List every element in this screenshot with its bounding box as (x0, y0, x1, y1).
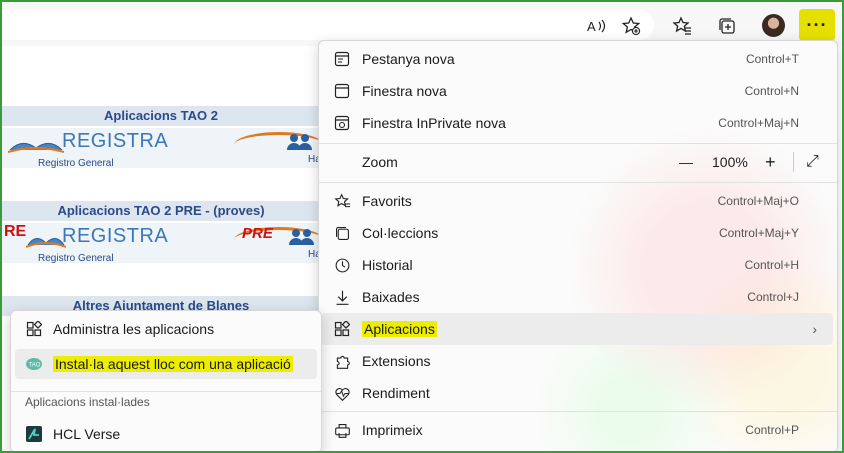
svg-text:TAO: TAO (29, 363, 41, 369)
fullscreen-icon[interactable]: ⤢ (806, 153, 819, 171)
menu-divider (319, 143, 837, 144)
users-icon (289, 229, 314, 245)
tao-app-icon: TAO (25, 355, 43, 373)
menu-item-label: Historial (362, 257, 413, 273)
apps-icon (333, 320, 351, 338)
pre-label: PRE (242, 225, 273, 242)
browser-menu: Pestanya nova Control+T Finestra nova Co… (318, 40, 838, 453)
submenu-item-hcl-verse[interactable]: HCL Verse (11, 419, 321, 449)
registra-book-icon (8, 143, 64, 153)
submenu-item-install-site[interactable]: TAO Instal·la aquest lloc com una aplica… (15, 349, 317, 379)
address-bar[interactable] (2, 10, 654, 40)
menu-item-label: Zoom (362, 154, 398, 170)
installed-apps-heading: Aplicacions instal·lades (25, 395, 150, 409)
collections-icon (333, 224, 351, 242)
submenu-item-label: HCL Verse (53, 426, 121, 442)
collections-icon[interactable] (714, 13, 740, 39)
menu-item-shortcut: Control+J (747, 290, 799, 304)
zoom-value: 100% (712, 154, 748, 170)
read-aloud-icon[interactable]: A (583, 13, 609, 39)
menu-item-shortcut: Control+H (744, 258, 799, 272)
menu-item-performance[interactable]: Rendiment (319, 377, 837, 409)
menu-item-shortcut: Control+N (744, 84, 799, 98)
menu-item-label: Baixades (362, 289, 420, 305)
menu-item-label: Extensions (362, 353, 431, 369)
hcl-verse-icon (25, 425, 43, 443)
menu-item-collections[interactable]: Col·leccions Control+Maj+Y (319, 217, 837, 249)
registra-logo[interactable]: REGISTRA (62, 225, 168, 248)
svg-text:A: A (587, 19, 596, 34)
inprivate-icon (333, 114, 351, 132)
menu-item-shortcut: Control+Maj+O (717, 194, 799, 208)
section-header: Aplicacions TAO 2 (2, 106, 320, 126)
menu-item-inprivate[interactable]: Finestra InPrivate nova Control+Maj+N (319, 107, 837, 139)
favorites-icon[interactable] (669, 13, 695, 39)
history-icon (333, 256, 351, 274)
manage-apps-icon (25, 320, 43, 338)
print-icon (333, 421, 351, 439)
zoom-in-button[interactable]: + (765, 152, 776, 173)
menu-item-apps[interactable]: Aplicacions › (321, 313, 833, 345)
zoom-out-button[interactable]: — (679, 154, 693, 170)
registra-logo[interactable]: REGISTRA (62, 130, 168, 153)
extensions-icon (333, 352, 351, 370)
users-icon (287, 134, 312, 150)
logo-row: RE REGISTRA Registro General PRE Ha (2, 223, 324, 264)
chevron-right-icon: › (812, 321, 817, 337)
logo-caption: Registro General (38, 158, 114, 169)
menu-item-label: Rendiment (362, 385, 430, 401)
add-favorite-icon[interactable] (618, 13, 644, 39)
new-tab-icon (333, 50, 351, 68)
zoom-divider (793, 152, 794, 172)
logo-row: REGISTRA Registro General Ha (2, 128, 324, 169)
menu-divider (319, 411, 837, 412)
menu-item-new-tab[interactable]: Pestanya nova Control+T (319, 43, 837, 75)
logo-caption: Registro General (38, 253, 114, 264)
submenu-item-label: Instal·la aquest lloc com una aplicació (53, 356, 293, 372)
menu-item-print[interactable]: Imprimeix Control+P (319, 414, 837, 446)
submenu-item-manage-apps[interactable]: Administra les aplicacions (11, 314, 321, 344)
menu-item-label: Finestra nova (362, 83, 447, 99)
menu-item-downloads[interactable]: Baixades Control+J (319, 281, 837, 313)
registra-book-icon (26, 238, 66, 248)
menu-item-label: Imprimeix (362, 422, 423, 438)
downloads-icon (333, 288, 351, 306)
menu-item-label: Col·leccions (362, 225, 439, 241)
profile-avatar[interactable] (762, 14, 785, 37)
menu-item-new-window[interactable]: Finestra nova Control+N (319, 75, 837, 107)
submenu-item-label: Administra les aplicacions (53, 321, 215, 337)
favorites-icon (333, 192, 351, 210)
apps-submenu: Administra les aplicacions TAO Instal·la… (10, 310, 322, 453)
section-header: Aplicacions TAO 2 PRE - (proves) (2, 201, 320, 221)
menu-item-label: Pestanya nova (362, 51, 455, 67)
menu-item-label: Favorits (362, 193, 412, 209)
menu-item-shortcut: Control+P (745, 423, 799, 437)
menu-divider (319, 182, 837, 183)
performance-icon (333, 384, 351, 402)
menu-item-shortcut: Control+Maj+Y (718, 226, 799, 240)
menu-item-shortcut: Control+Maj+N (718, 116, 799, 130)
menu-item-extensions[interactable]: Extensions (319, 345, 837, 377)
new-window-icon (333, 82, 351, 100)
menu-item-history[interactable]: Historial Control+H (319, 249, 837, 281)
menu-item-favorites[interactable]: Favorits Control+Maj+O (319, 185, 837, 217)
menu-item-zoom: Zoom — 100% + ⤢ (319, 146, 837, 178)
menu-item-label: Finestra InPrivate nova (362, 115, 506, 131)
menu-item-label: Aplicacions (362, 321, 437, 337)
pre-label: RE (4, 223, 27, 240)
submenu-divider (11, 391, 321, 392)
more-icon[interactable]: ··· (799, 9, 835, 41)
menu-item-shortcut: Control+T (745, 52, 799, 66)
